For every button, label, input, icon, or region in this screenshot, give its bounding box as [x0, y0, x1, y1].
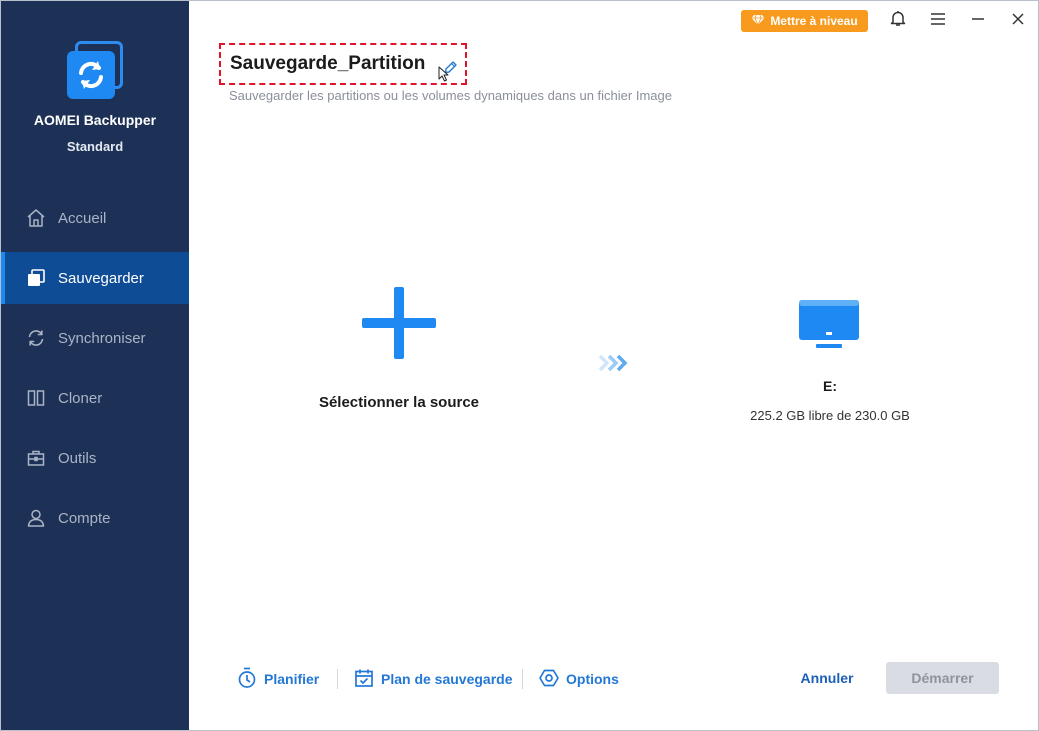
schedule-button[interactable]: Planifier	[237, 667, 319, 691]
sidebar-item-label: Outils	[58, 449, 97, 467]
calendar-check-icon	[354, 668, 374, 691]
sidebar-item-label: Accueil	[58, 209, 107, 227]
backup-plan-label: Plan de sauvegarde	[381, 671, 513, 687]
menu-icon	[930, 12, 946, 31]
destination-monitor-icon[interactable]	[798, 299, 860, 351]
options-gear-icon	[539, 668, 559, 691]
main-menu-button[interactable]	[927, 10, 949, 32]
app-edition: Standard	[66, 139, 124, 154]
cancel-button[interactable]: Annuler	[791, 670, 863, 690]
diamond-icon	[751, 14, 765, 29]
sidebar-item-sauvegarder[interactable]: Sauvegarder	[1, 252, 189, 304]
user-icon	[25, 507, 47, 529]
notifications-button[interactable]	[887, 10, 909, 32]
minimize-icon	[971, 12, 985, 31]
upgrade-button[interactable]: Mettre à niveau	[741, 10, 868, 32]
direction-arrows-icon	[598, 353, 632, 373]
options-button[interactable]: Options	[539, 667, 619, 691]
add-source-icon[interactable]	[362, 287, 436, 359]
home-icon	[25, 207, 47, 229]
sidebar-item-label: Compte	[58, 509, 111, 527]
footer-divider	[522, 669, 523, 689]
sidebar-item-compte[interactable]: Compte	[1, 492, 189, 544]
start-button[interactable]: Démarrer	[886, 662, 999, 694]
backup-plan-button[interactable]: Plan de sauvegarde	[354, 667, 513, 691]
options-label: Options	[566, 671, 619, 687]
schedule-label: Planifier	[264, 671, 320, 687]
app-name: AOMEI Backupper	[33, 112, 157, 128]
select-source-button[interactable]: Sélectionner la source	[281, 394, 517, 411]
task-title: Sauvegarde_Partition	[230, 53, 426, 74]
toolbox-icon	[25, 447, 47, 469]
sidebar-nav: Accueil Sauvegarder Synchroniser Cloner	[1, 192, 189, 552]
sidebar-item-label: Cloner	[58, 389, 103, 407]
close-icon	[1011, 12, 1025, 31]
sidebar-item-cloner[interactable]: Cloner	[1, 372, 189, 424]
task-title-field[interactable]: Sauvegarde_Partition	[219, 43, 467, 85]
bell-icon	[890, 10, 906, 32]
sync-icon	[25, 327, 47, 349]
footer-divider	[337, 669, 338, 689]
upgrade-label: Mettre à niveau	[770, 14, 858, 28]
task-subtitle: Sauvegarder les partitions ou les volume…	[229, 88, 672, 103]
sidebar: AOMEI Backupper Standard Accueil Sauvega…	[1, 1, 189, 730]
app-logo-icon	[65, 41, 127, 103]
minimize-button[interactable]	[967, 10, 989, 32]
backup-icon	[25, 267, 47, 289]
app-window: AOMEI Backupper Standard Accueil Sauvega…	[0, 0, 1039, 731]
clone-icon	[25, 387, 47, 409]
sidebar-item-synchroniser[interactable]: Synchroniser	[1, 312, 189, 364]
destination-name: E:	[823, 378, 837, 394]
destination-capacity: 225.2 GB libre de 230.0 GB	[750, 408, 910, 423]
sidebar-item-outils[interactable]: Outils	[1, 432, 189, 484]
sidebar-item-label: Sauvegarder	[58, 269, 144, 287]
timer-icon	[237, 667, 257, 692]
sidebar-item-label: Synchroniser	[58, 329, 146, 347]
sidebar-item-accueil[interactable]: Accueil	[1, 192, 189, 244]
edit-title-icon[interactable]	[437, 56, 461, 82]
close-button[interactable]	[1007, 10, 1029, 32]
